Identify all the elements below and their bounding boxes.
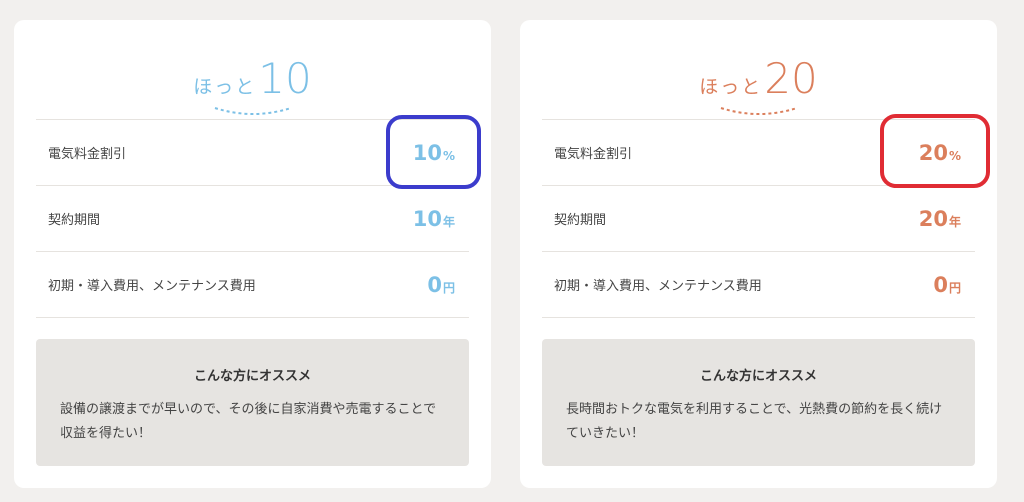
spec-value: 0円 — [427, 272, 455, 297]
spec-row-contract-period: 契約期間 20年 — [542, 186, 975, 252]
spec-label: 電気料金割引 — [48, 147, 127, 162]
plan-title-kana: ほっと — [699, 76, 763, 98]
highlight-box-blue — [386, 115, 481, 189]
highlight-box-red — [880, 114, 990, 188]
spec-label: 初期・導入費用、メンテナンス費用 — [554, 279, 762, 294]
spec-label: 初期・導入費用、メンテナンス費用 — [48, 279, 256, 294]
recommend-text: 長時間おトクな電気を利用することで、光熱費の節約を長く続けていきたい！ — [566, 402, 943, 441]
spec-value: 20年 — [918, 206, 961, 231]
spec-row-initial-cost: 初期・導入費用、メンテナンス費用 0円 — [36, 252, 469, 318]
plan-card-hot20: ほっと20 電気料金割引 20% 契約期間 20年 初期・導入費用、メンテナンス… — [520, 20, 997, 488]
dashed-wave-underline — [720, 107, 797, 115]
spec-value: 0円 — [933, 272, 961, 297]
spec-label: 契約期間 — [48, 213, 101, 228]
plan-title-kana: ほっと — [193, 76, 257, 98]
plan-title: ほっと10 — [14, 58, 491, 108]
recommend-text: 設備の譲渡までが早いので、その後に自家消費や売電することで収益を得たい！ — [60, 402, 437, 441]
plan-title-number: 10 — [258, 54, 312, 103]
spec-value: 10年 — [412, 206, 455, 231]
recommend-title: こんな方にオススメ — [193, 369, 311, 384]
spec-label: 電気料金割引 — [554, 147, 633, 162]
recommend-box: こんな方にオススメ 設備の譲渡までが早いので、その後に自家消費や売電することで収… — [36, 339, 469, 466]
plan-title-number: 20 — [764, 54, 818, 103]
spec-row-initial-cost: 初期・導入費用、メンテナンス費用 0円 — [542, 252, 975, 318]
dashed-wave-underline — [214, 107, 291, 115]
spec-label: 契約期間 — [554, 213, 607, 228]
spec-row-contract-period: 契約期間 10年 — [36, 186, 469, 252]
recommend-title: こんな方にオススメ — [699, 369, 817, 384]
plan-title: ほっと20 — [520, 58, 997, 108]
plan-card-hot10: ほっと10 電気料金割引 10% 契約期間 10年 初期・導入費用、メンテナンス… — [14, 20, 491, 488]
recommend-box: こんな方にオススメ 長時間おトクな電気を利用することで、光熱費の節約を長く続けて… — [542, 339, 975, 466]
